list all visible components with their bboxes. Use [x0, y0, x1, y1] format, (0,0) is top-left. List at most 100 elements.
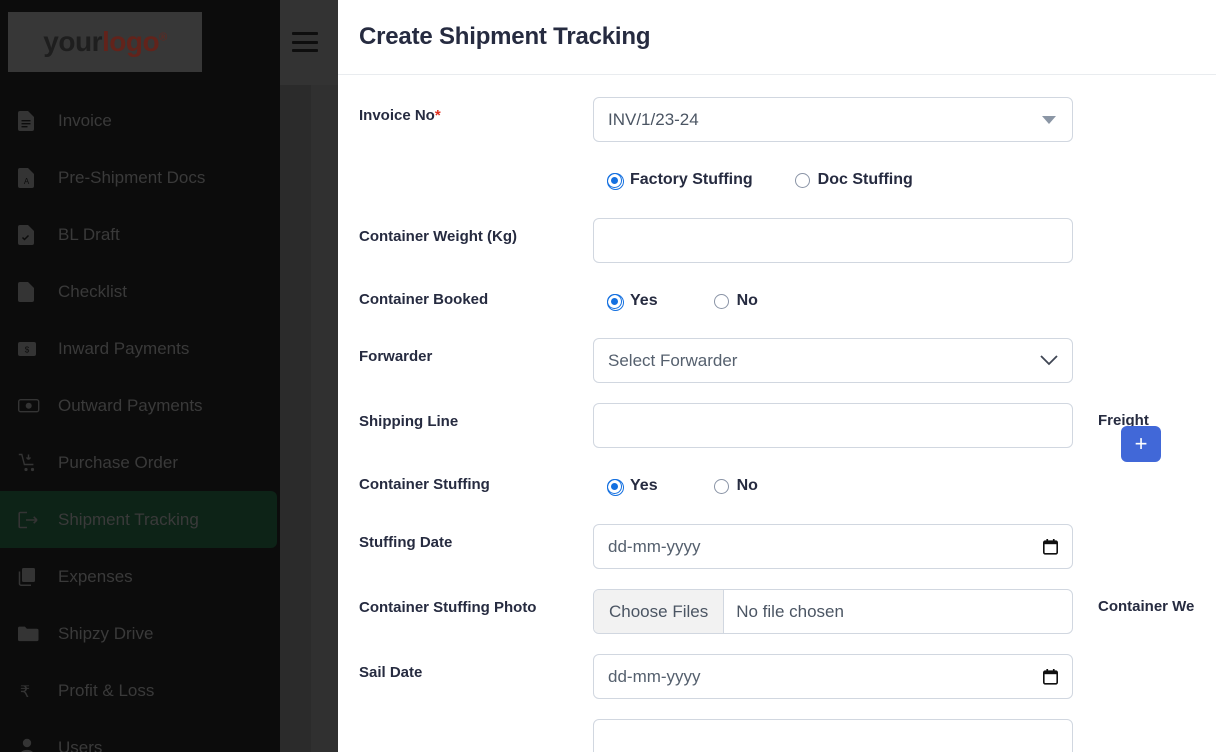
- create-shipment-tracking-modal: Create Shipment Tracking Invoice No* INV…: [338, 0, 1216, 752]
- label-container-stuffing-photo: Container Stuffing Photo: [359, 599, 537, 616]
- radio-container-booked-no[interactable]: No: [713, 292, 758, 310]
- stuffing-type-radio-group: Factory Stuffing Doc Stuffing: [593, 160, 1073, 200]
- aux-sail-date: [1073, 654, 1216, 663]
- radio-indicator[interactable]: [713, 293, 729, 309]
- radio-label: No: [736, 292, 758, 309]
- sidebar-item-pre-shipment-docs[interactable]: A Pre-Shipment Docs: [0, 149, 280, 206]
- label-stuffing-date: Stuffing Date: [359, 534, 453, 551]
- container-weight-input[interactable]: [593, 218, 1073, 263]
- aux-container-stuffing: [1073, 466, 1216, 475]
- hamburger-bar: [292, 32, 318, 35]
- label-invoice-no: Invoice No*: [338, 97, 593, 126]
- label-shipping-line: Shipping Line: [359, 413, 459, 430]
- radio-label: Factory Stuffing: [630, 171, 753, 188]
- radio-indicator[interactable]: [607, 478, 624, 496]
- form-row-container-stuffing: Container Stuffing Yes No: [338, 466, 1216, 506]
- modal-header: Create Shipment Tracking: [338, 0, 1216, 75]
- svg-text:A: A: [24, 177, 30, 186]
- radio-label: Doc Stuffing: [817, 171, 913, 188]
- field-col-container-weight: [593, 218, 1073, 263]
- field-col-stuffing-type: Factory Stuffing Doc Stuffing: [593, 160, 1073, 200]
- sidebar-item-users[interactable]: Users: [0, 719, 280, 752]
- radio-factory-stuffing[interactable]: Factory Stuffing: [607, 171, 753, 190]
- sidebar-item-shipment-tracking[interactable]: Shipment Tracking: [0, 491, 277, 548]
- sidebar-item-outward-payments[interactable]: Outward Payments: [0, 377, 280, 434]
- aux-invoice-no: [1073, 97, 1216, 106]
- sidebar-item-label: Pre-Shipment Docs: [58, 167, 206, 187]
- container-stuffing-photo-file-input[interactable]: Choose Files No file chosen: [593, 589, 1073, 634]
- radio-indicator[interactable]: [607, 293, 624, 311]
- radio-indicator[interactable]: [794, 172, 810, 188]
- invoice-no-select[interactable]: INV/1/23-24: [593, 97, 1073, 142]
- aux-next-partial: [1073, 719, 1216, 728]
- sidebar-item-label: Users: [58, 737, 103, 752]
- app-logo[interactable]: yourlogo®: [8, 12, 202, 72]
- field-col-forwarder: Select Forwarder: [593, 338, 1073, 383]
- aux-stuffing-type: [1073, 160, 1216, 169]
- sidebar-item-inward-payments[interactable]: $ Inward Payments: [0, 320, 280, 377]
- sidebar-item-expenses[interactable]: Expenses: [0, 548, 280, 605]
- svg-text:₹: ₹: [20, 684, 30, 701]
- chevron-down-icon: [1040, 355, 1058, 366]
- sidebar: yourlogo® Invoice A Pre-Shipment Docs BL: [0, 0, 280, 752]
- next-partial-input[interactable]: [593, 719, 1073, 752]
- field-col-invoice-no: INV/1/23-24: [593, 97, 1073, 142]
- cash-icon: [18, 396, 44, 416]
- sidebar-item-label: Shipment Tracking: [58, 509, 199, 529]
- radio-label: Yes: [630, 477, 658, 494]
- forwarder-select[interactable]: Select Forwarder: [593, 338, 1073, 383]
- money-bill-icon: $: [18, 339, 44, 359]
- document-lines-icon: [18, 110, 44, 131]
- label-container-stuffing: Container Stuffing: [359, 476, 490, 493]
- logo-text-part2: logo: [101, 26, 160, 57]
- invoice-no-value: INV/1/23-24: [608, 109, 699, 129]
- form-row-stuffing-type: Factory Stuffing Doc Stuffing: [338, 160, 1216, 200]
- calendar-icon[interactable]: [1043, 668, 1058, 685]
- label-forwarder: Forwarder: [359, 348, 433, 365]
- shipment-tracking-form: Invoice No* INV/1/23-24 Factory Stuffing…: [338, 75, 1216, 752]
- stuffing-date-placeholder: dd-mm-yyyy: [608, 536, 701, 556]
- rupee-icon: ₹: [18, 681, 44, 701]
- container-stuffing-radio-group: Yes No: [593, 466, 1073, 506]
- stuffing-date-input[interactable]: dd-mm-yyyy: [593, 524, 1073, 569]
- container-booked-radio-group: Yes No: [593, 281, 1073, 321]
- folder-icon: [18, 624, 44, 644]
- choose-files-button[interactable]: Choose Files: [594, 590, 725, 633]
- form-row-shipping-line: Shipping Line Freight: [338, 403, 1216, 448]
- sidebar-item-label: BL Draft: [58, 224, 120, 244]
- field-col-sail-date: dd-mm-yyyy: [593, 654, 1073, 699]
- document-check-icon: [18, 224, 44, 245]
- aux-container-weight: [1073, 218, 1216, 227]
- radio-doc-stuffing[interactable]: Doc Stuffing: [794, 171, 913, 189]
- required-asterisk: *: [434, 107, 441, 124]
- calendar-icon[interactable]: [1043, 538, 1058, 555]
- shipping-line-input[interactable]: [593, 403, 1073, 448]
- radio-container-booked-yes[interactable]: Yes: [607, 292, 658, 311]
- field-col-shipping-line: [593, 403, 1073, 448]
- aux-label-container-weight-clipped: Container We: [1098, 598, 1195, 615]
- radio-indicator[interactable]: [713, 478, 729, 494]
- sidebar-item-bl-draft[interactable]: BL Draft: [0, 206, 280, 263]
- copy-icon: [18, 567, 44, 587]
- hamburger-icon[interactable]: [292, 32, 318, 52]
- radio-indicator[interactable]: [607, 172, 624, 190]
- sidebar-item-label: Shipzy Drive: [58, 623, 154, 643]
- radio-container-stuffing-no[interactable]: No: [713, 477, 758, 495]
- sidebar-item-checklist[interactable]: Checklist: [0, 263, 280, 320]
- form-row-stuffing-date: Stuffing Date dd-mm-yyyy: [338, 524, 1216, 569]
- backdrop-panel: [311, 68, 338, 752]
- sidebar-item-purchase-order[interactable]: Purchase Order: [0, 434, 280, 491]
- sidebar-item-profit-and-loss[interactable]: ₹ Profit & Loss: [0, 662, 280, 719]
- page-title: Create Shipment Tracking: [359, 23, 651, 50]
- forwarder-value: Select Forwarder: [608, 350, 738, 370]
- add-forwarder-button[interactable]: +: [1121, 426, 1161, 462]
- cart-down-icon: [18, 453, 44, 473]
- radio-label: Yes: [630, 292, 658, 309]
- sidebar-item-label: Purchase Order: [58, 452, 178, 472]
- sail-date-input[interactable]: dd-mm-yyyy: [593, 654, 1073, 699]
- sidebar-item-invoice[interactable]: Invoice: [0, 92, 280, 149]
- sidebar-item-shipzy-drive[interactable]: Shipzy Drive: [0, 605, 280, 662]
- label-invoice-no-text: Invoice No: [359, 107, 435, 124]
- radio-container-stuffing-yes[interactable]: Yes: [607, 477, 658, 496]
- field-col-container-booked: Yes No: [593, 281, 1073, 321]
